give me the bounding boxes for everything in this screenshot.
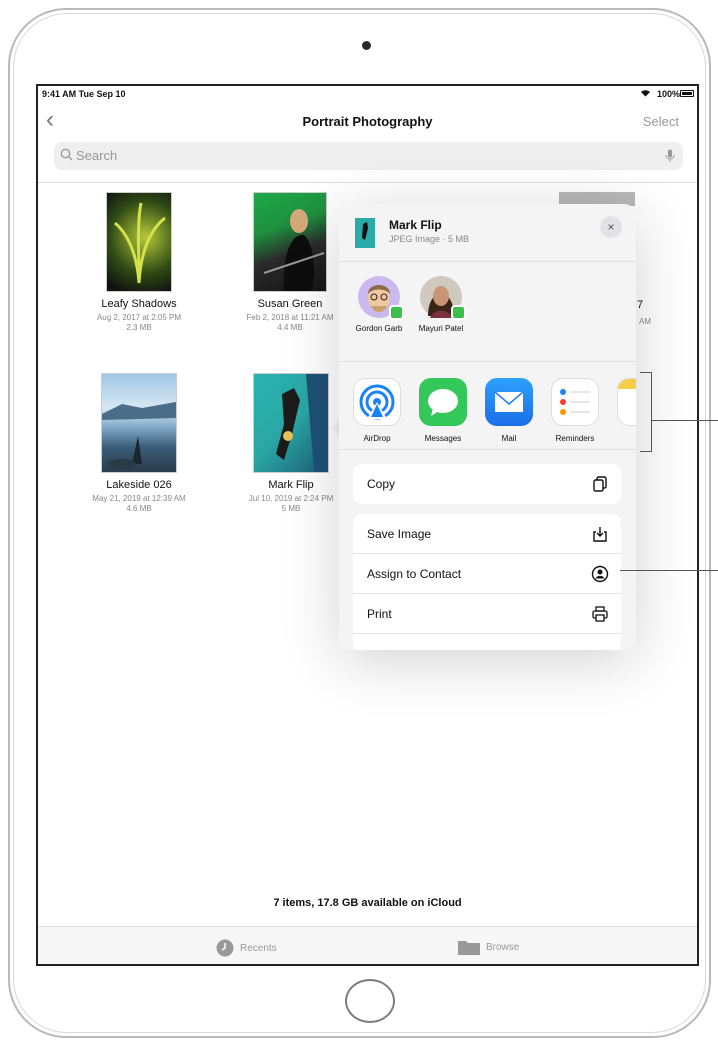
app-label: N <box>613 434 636 443</box>
search-input[interactable]: Search <box>76 148 117 163</box>
share-file-thumbnail <box>355 218 375 248</box>
contact-name: Mayuri Patel <box>418 324 464 333</box>
file-name: 7 <box>637 299 644 311</box>
tab-bar: Recents Browse <box>38 926 697 964</box>
tab-recents[interactable]: Recents <box>216 939 277 957</box>
file-date: AM <box>639 317 651 326</box>
people-row: Gordon Garb Mayuri Patel <box>339 262 636 362</box>
front-camera <box>362 41 371 50</box>
callout-line <box>620 570 718 571</box>
file-thumbnail <box>253 373 329 473</box>
copy-icon <box>593 476 607 492</box>
navigation-bar: ‹ Portrait Photography Select <box>38 104 697 138</box>
status-bar: 9:41 AM Tue Sep 10 100% <box>38 86 697 102</box>
messages-badge-icon <box>451 305 466 320</box>
avatar <box>420 276 466 320</box>
wifi-icon <box>640 88 651 100</box>
tab-browse[interactable]: Browse <box>458 939 519 955</box>
file-size: 4.6 MB <box>126 504 152 513</box>
action-label: Save Image <box>367 527 432 541</box>
app-messages[interactable]: Messages <box>415 378 471 443</box>
app-notes[interactable]: N <box>613 378 636 443</box>
contact-name: Gordon Garb <box>355 324 403 333</box>
action-copy[interactable]: Copy <box>353 464 621 504</box>
save-image-icon <box>593 527 607 542</box>
messages-badge-icon <box>389 305 404 320</box>
notes-icon <box>617 378 636 426</box>
file-date: Aug 2, 2017 at 2:05 PM <box>96 313 182 322</box>
contact-icon <box>591 565 609 583</box>
share-header: Mark Flip JPEG Image · 5 MB × <box>339 204 636 262</box>
file-thumbnail <box>101 373 177 473</box>
storage-footer: 7 items, 17.8 GB available on iCloud <box>273 897 462 909</box>
divider <box>38 182 697 183</box>
share-file-meta: JPEG Image · 5 MB <box>389 234 470 244</box>
file-thumbnail <box>106 192 172 292</box>
battery-icon <box>680 90 694 97</box>
search-icon <box>60 148 73 161</box>
app-label: Messages <box>424 434 462 443</box>
file-item[interactable]: Lakeside 026 May 21, 2019 at 12:39 AM 4.… <box>64 373 214 513</box>
microphone-icon[interactable] <box>665 149 675 163</box>
app-mail[interactable]: Mail <box>481 378 537 443</box>
file-thumbnail <box>253 192 327 292</box>
contact-mayuri-patel[interactable]: Mayuri Patel <box>411 276 471 334</box>
airdrop-icon <box>353 378 401 426</box>
messages-icon <box>419 378 467 426</box>
action-group-main: Save Image Assign to Contact Print <box>353 514 621 650</box>
file-name: Lakeside 026 <box>106 479 172 491</box>
app-label: Reminders <box>555 434 595 443</box>
action-label: Copy <box>367 477 396 491</box>
status-time: 9:41 AM Tue Sep 10 <box>42 89 126 99</box>
home-button[interactable] <box>345 979 395 1023</box>
share-file-name: Mark Flip <box>389 218 442 232</box>
folder-icon <box>458 941 480 955</box>
file-date: May 21, 2019 at 12:39 AM <box>92 494 186 503</box>
callout-bracket <box>640 372 652 452</box>
select-button[interactable]: Select <box>643 114 679 129</box>
clock-icon <box>216 939 234 957</box>
action-group-copy: Copy <box>353 464 621 504</box>
share-sheet: Mark Flip JPEG Image · 5 MB × Gordon Gar… <box>339 204 636 650</box>
callout-line <box>652 420 718 421</box>
close-button[interactable]: × <box>600 216 622 238</box>
tab-label: Recents <box>240 942 277 954</box>
reminders-icon <box>551 378 599 426</box>
file-item[interactable]: Leafy Shadows Aug 2, 2017 at 2:05 PM 2.3… <box>64 192 214 332</box>
file-size: 2.3 MB <box>126 323 152 332</box>
printer-icon <box>592 606 608 622</box>
action-label: Print <box>367 607 392 621</box>
action-save-image[interactable]: Save Image <box>353 514 621 554</box>
contact-gordon-garb[interactable]: Gordon Garb <box>349 276 409 334</box>
avatar <box>358 276 404 320</box>
app-airdrop[interactable]: AirDrop <box>349 378 405 443</box>
page-title: Portrait Photography <box>302 114 433 129</box>
action-more[interactable] <box>353 634 621 650</box>
app-row: AirDrop Messages Mail Reminders <box>339 362 636 450</box>
search-bar[interactable]: Search <box>54 142 683 170</box>
mail-icon <box>485 378 533 426</box>
action-print[interactable]: Print <box>353 594 621 634</box>
tab-label: Browse <box>486 941 520 953</box>
app-label: AirDrop <box>363 434 391 443</box>
file-name: Leafy Shadows <box>101 298 177 310</box>
screen: 9:41 AM Tue Sep 10 100% ‹ Portrait Photo… <box>36 84 699 966</box>
app-reminders[interactable]: Reminders <box>547 378 603 443</box>
app-label: Mail <box>501 434 517 443</box>
action-assign-to-contact[interactable]: Assign to Contact <box>353 554 621 594</box>
action-label: Assign to Contact <box>367 567 462 581</box>
battery-percent: 100% <box>656 89 680 99</box>
